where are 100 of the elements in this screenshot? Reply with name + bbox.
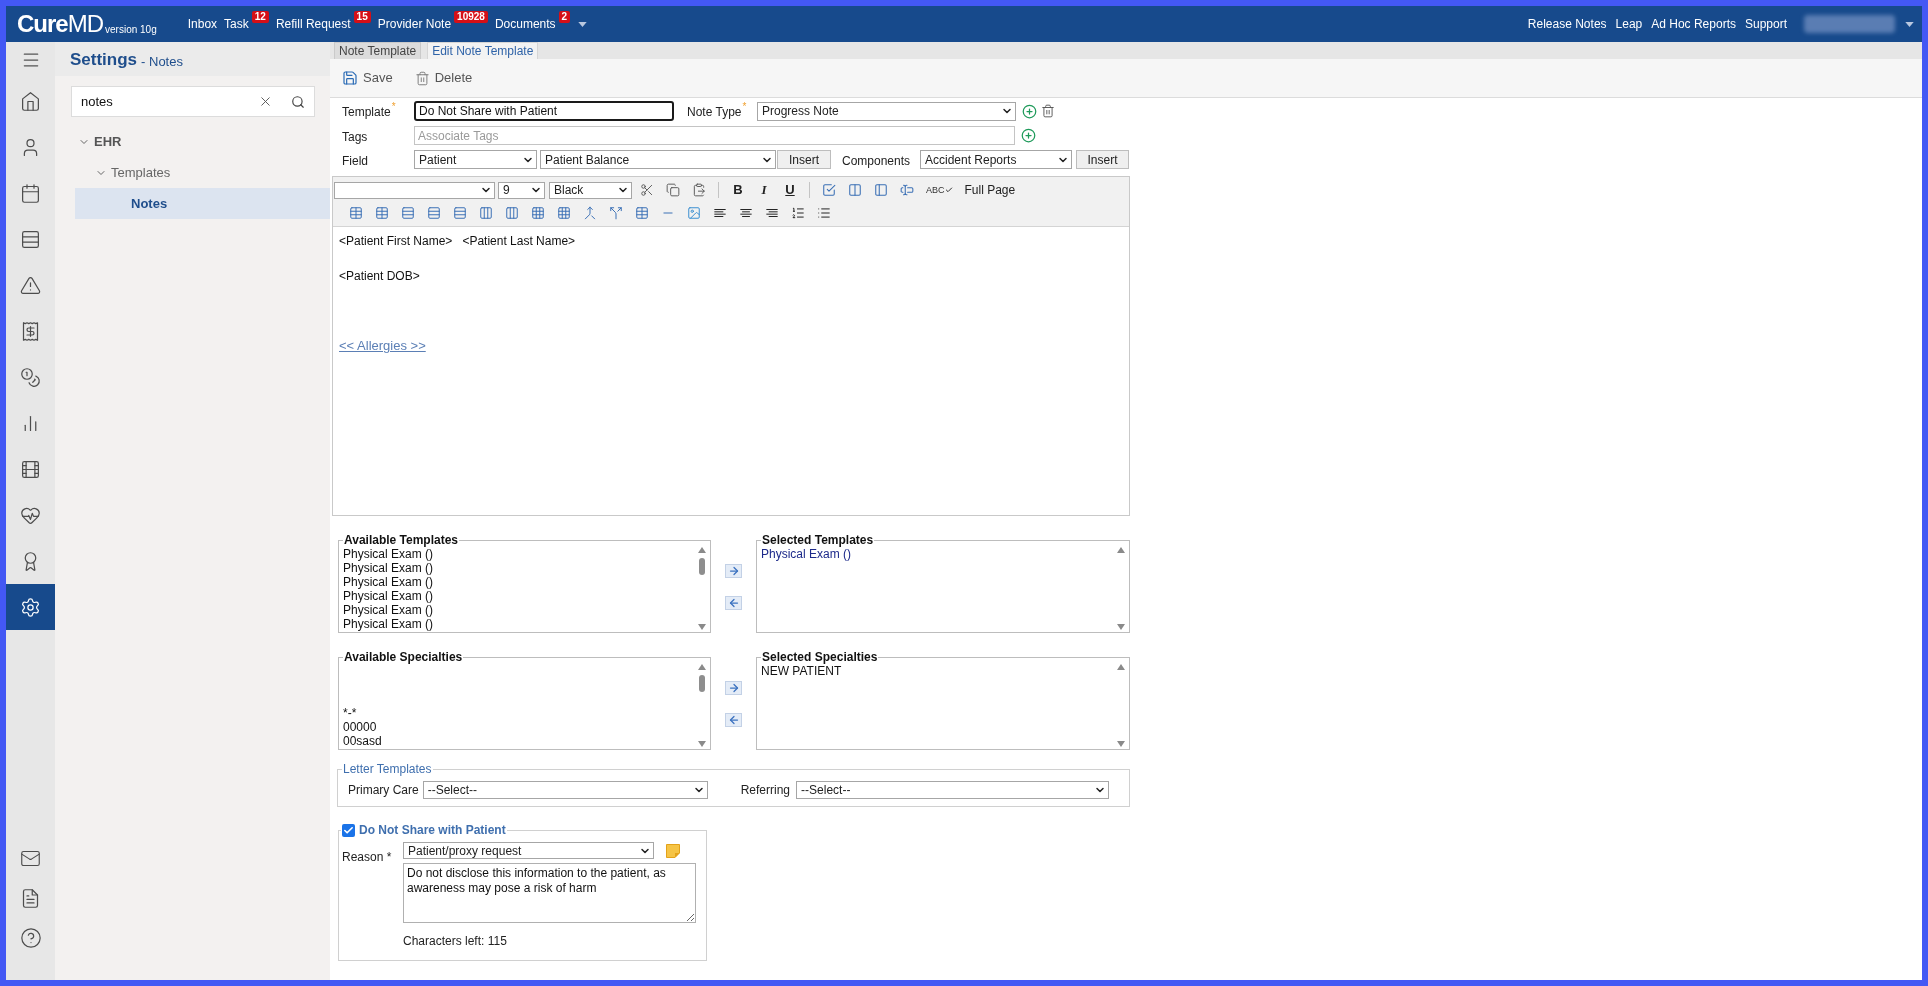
- save-button[interactable]: Save: [342, 68, 393, 88]
- scroll-up-icon[interactable]: [698, 547, 706, 553]
- bold-button[interactable]: B: [731, 183, 745, 197]
- primary-care-select[interactable]: --Select--: [422, 780, 708, 799]
- table-icon[interactable]: [635, 206, 649, 220]
- paste-icon[interactable]: [692, 183, 706, 197]
- list-item[interactable]: Physical Exam (): [343, 561, 434, 575]
- search-field[interactable]: notes: [71, 86, 315, 117]
- split-icon[interactable]: [609, 206, 623, 220]
- add-icon[interactable]: [1022, 103, 1037, 119]
- arrow-right-icon: [727, 682, 740, 694]
- reason-select[interactable]: Patient/proxy request: [403, 842, 654, 859]
- tags-field[interactable]: Associate Tags: [414, 126, 1015, 145]
- list-item[interactable]: Physical Exam (): [343, 547, 434, 561]
- note-type-select[interactable]: Progress Note: [757, 101, 1016, 121]
- scroll-up-icon[interactable]: [1117, 664, 1125, 670]
- table-icon[interactable]: [349, 206, 363, 220]
- clear-icon[interactable]: [258, 94, 273, 109]
- scroll-down-icon[interactable]: [1117, 624, 1125, 630]
- columns-icon[interactable]: [479, 206, 493, 220]
- tree-item[interactable]: Templates: [75, 157, 330, 188]
- full-page-button[interactable]: Full Page: [964, 181, 1016, 199]
- text-field-icon[interactable]: [900, 183, 914, 197]
- search-icon[interactable]: [291, 95, 305, 109]
- checkmark-icon: [343, 824, 354, 836]
- tab[interactable]: Edit Note Template: [427, 42, 539, 59]
- caret-down-icon[interactable]: [578, 21, 588, 27]
- allergies-link[interactable]: << Allergies >>: [339, 338, 426, 353]
- scroll-down-icon[interactable]: [1117, 741, 1125, 747]
- checkbox[interactable]: [342, 823, 355, 837]
- field-select[interactable]: Patient Balance: [540, 150, 776, 169]
- spellcheck-button[interactable]: ABC: [926, 185, 953, 195]
- rows-icon[interactable]: [427, 206, 441, 220]
- components-select[interactable]: Accident Reports: [920, 150, 1072, 169]
- list-item[interactable]: *-*: [343, 706, 357, 720]
- list-item[interactable]: Physical Exam (): [343, 589, 434, 603]
- font-select[interactable]: [334, 181, 495, 199]
- scroll-down-icon[interactable]: [698, 741, 706, 747]
- list-item[interactable]: 00sasd: [343, 734, 382, 748]
- sidebar-icon[interactable]: [874, 183, 888, 197]
- tree-item[interactable]: Notes: [75, 188, 330, 219]
- field-label: Referring: [740, 781, 791, 799]
- delete-button[interactable]: Delete: [414, 68, 473, 88]
- trash-icon[interactable]: [1041, 104, 1055, 118]
- scroll-down-icon[interactable]: [698, 624, 706, 630]
- grid-icon[interactable]: [557, 206, 571, 220]
- template-name-field[interactable]: Do Not Share with Patient: [414, 101, 674, 121]
- list-item[interactable]: Physical Exam (): [761, 547, 852, 561]
- header-link[interactable]: Ad Hoc Reports: [1651, 15, 1736, 33]
- sticky-note-icon[interactable]: [666, 843, 680, 858]
- align-right-icon[interactable]: [765, 206, 779, 220]
- scroll-up-icon[interactable]: [698, 664, 706, 670]
- columns-icon[interactable]: [848, 183, 862, 197]
- scroll-up-icon[interactable]: [1117, 547, 1125, 553]
- underline-button[interactable]: U: [783, 183, 797, 197]
- font-size-select[interactable]: 9: [498, 181, 545, 199]
- list-item[interactable]: Physical Exam (): [343, 575, 434, 589]
- referring-select[interactable]: --Select--: [796, 780, 1110, 799]
- grid-icon[interactable]: [531, 206, 545, 220]
- insert-button[interactable]: Insert: [1076, 150, 1129, 169]
- header-link[interactable]: Release Notes: [1527, 15, 1607, 33]
- field-category-select[interactable]: Patient: [414, 150, 537, 169]
- scrollbar-thumb[interactable]: [699, 675, 705, 692]
- scissors-icon[interactable]: [640, 183, 654, 197]
- list-item[interactable]: Physical Exam (): [343, 603, 434, 617]
- add-icon[interactable]: [1021, 128, 1036, 143]
- caret-down-icon[interactable]: [1905, 21, 1914, 27]
- bullet-list-icon[interactable]: [817, 206, 831, 220]
- insert-button[interactable]: Insert: [777, 150, 831, 169]
- align-left-icon[interactable]: [713, 206, 727, 220]
- list-item[interactable]: Physical Exam (): [343, 617, 434, 631]
- reason-note-field[interactable]: Do not disclose this information to the patient, as awareness may pose a risk of harm: [403, 863, 696, 923]
- field-label: Tags: [342, 129, 368, 144]
- italic-button[interactable]: I: [757, 183, 771, 197]
- align-center-icon[interactable]: [739, 206, 753, 220]
- image-icon[interactable]: [687, 206, 701, 220]
- checkbox-icon[interactable]: [822, 183, 836, 197]
- merge-icon[interactable]: [583, 206, 597, 220]
- move-left-button[interactable]: [725, 596, 742, 610]
- move-right-button[interactable]: [725, 681, 742, 695]
- font-color-select[interactable]: Black: [549, 181, 632, 199]
- panel-title: Settings: [70, 50, 138, 70]
- table-icon[interactable]: [375, 206, 389, 220]
- move-right-button[interactable]: [725, 564, 742, 578]
- rail-item[interactable]: [6, 584, 55, 630]
- numbered-list-icon[interactable]: [791, 206, 805, 220]
- header-link[interactable]: Leap: [1615, 15, 1643, 33]
- list-item[interactable]: NEW PATIENT: [761, 664, 842, 678]
- nav-link[interactable]: Inbox: [187, 15, 218, 33]
- tree-item[interactable]: EHR: [75, 126, 330, 157]
- rows-icon[interactable]: [401, 206, 415, 220]
- list-item[interactable]: 00000: [343, 720, 377, 734]
- copy-icon[interactable]: [666, 183, 680, 197]
- move-left-button[interactable]: [725, 713, 742, 727]
- scrollbar-thumb[interactable]: [699, 558, 705, 575]
- header-link[interactable]: Support: [1744, 15, 1787, 33]
- tab[interactable]: Note Template: [334, 42, 422, 59]
- rows-icon[interactable]: [453, 206, 467, 220]
- count-badge: 10928: [454, 11, 488, 23]
- columns-icon[interactable]: [505, 206, 519, 220]
